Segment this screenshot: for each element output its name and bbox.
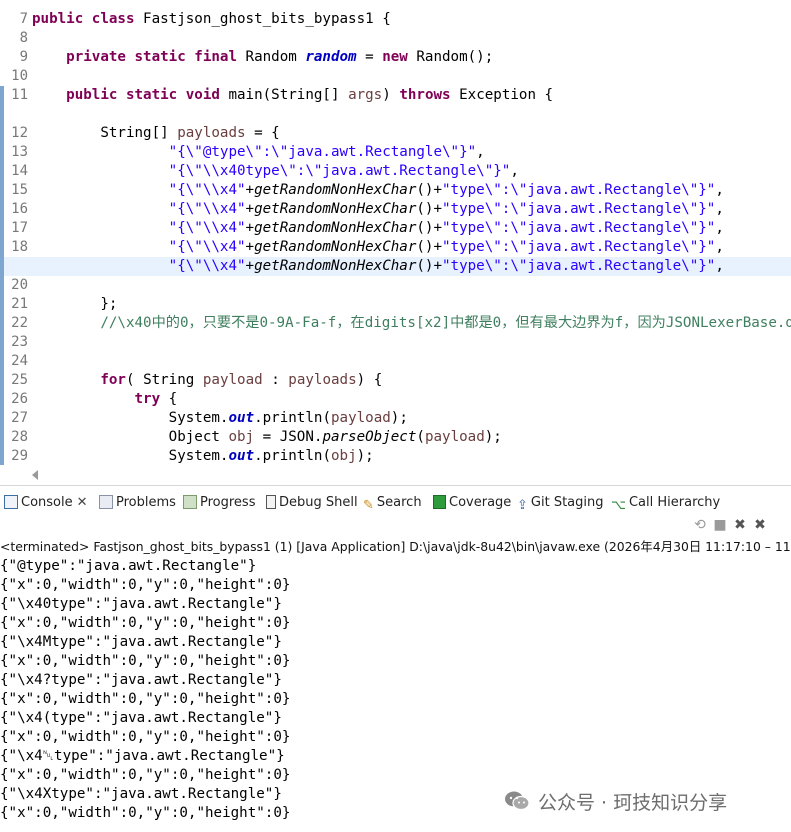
code-line: 20 "{\"\\x4"+getRandomNonHexChar()+"type… — [0, 238, 791, 293]
change-marker — [0, 428, 4, 447]
change-marker — [0, 162, 4, 181]
console-line: {"\x4(type":"java.awt.Rectangle"} — [0, 710, 282, 726]
code-line: 13 — [0, 105, 791, 160]
remove-all-icon[interactable]: ✖ — [750, 517, 770, 533]
scroll-left-arrow-icon[interactable] — [32, 470, 38, 480]
tab-coverage[interactable]: Coverage — [433, 495, 511, 515]
random-field: random — [305, 49, 357, 65]
search-icon: ✎ — [363, 498, 374, 513]
change-marker — [0, 257, 4, 276]
code-line: 10 private static final Random random = … — [0, 48, 791, 84]
code-line: 19 "{\"\\x4"+getRandomNonHexChar()+"type… — [0, 219, 791, 274]
console-line: {"x":0,"width":0,"y":0,"height":0} — [0, 691, 291, 707]
change-marker — [0, 124, 4, 143]
code-editor[interactable]: 7 8 public class Fastjson_ghost_bits_byp… — [0, 0, 791, 465]
console-line: {"\x4␀type":"java.awt.Rectangle"} — [0, 748, 285, 764]
debug-shell-icon — [266, 495, 276, 509]
console-line: {"\x4?type":"java.awt.Rectangle"} — [0, 672, 282, 688]
change-marker — [0, 143, 4, 162]
console-line: {"\x40type":"java.awt.Rectangle"} — [0, 596, 282, 612]
code-line: 16 "{\"\\x40type\":\"java.awt.Rectangle\… — [0, 162, 791, 217]
code-line: 17 "{\"\\x4"+getRandomNonHexChar()+"type… — [0, 181, 791, 236]
code-line: 23 }; — [0, 295, 791, 350]
console-line: {"x":0,"width":0,"y":0,"height":0} — [0, 615, 291, 631]
console-line: {"x":0,"width":0,"y":0,"height":0} — [0, 653, 291, 669]
git-staging-icon: ⇪ — [517, 498, 528, 513]
progress-icon — [183, 495, 197, 509]
pin-console-icon[interactable]: ⟲ — [690, 517, 710, 533]
console-line: {"x":0,"width":0,"y":0,"height":0} — [0, 767, 291, 783]
code-line: 31 System.out.println(obj); — [0, 447, 791, 465]
horizontal-scrollbar[interactable] — [0, 465, 791, 486]
tab-git-staging[interactable]: ⇪ Git Staging — [517, 495, 604, 515]
method-name: main — [228, 87, 263, 103]
class-name: Fastjson_ghost_bits_bypass1 — [143, 11, 374, 27]
change-marker — [0, 105, 4, 124]
tab-console[interactable]: Console ✕ — [4, 495, 88, 515]
tab-search[interactable]: ✎ Search — [363, 495, 422, 515]
console-icon — [4, 495, 18, 509]
tab-call-hierarchy[interactable]: ⌥ Call Hierarchy — [611, 495, 720, 515]
change-marker — [0, 276, 4, 295]
current-code-line: 21 "{\"\\x4"+getRandomNonHexChar()+"type… — [0, 257, 791, 312]
console-line: {"\x4Xtype":"java.awt.Rectangle"} — [0, 786, 282, 802]
watermark: 公众号 · 珂技知识分享 — [504, 786, 727, 816]
console-line: {"@type":"java.awt.Rectangle"} — [0, 558, 257, 574]
change-marker — [0, 371, 4, 390]
console-line: {"x":0,"width":0,"y":0,"height":0} — [0, 805, 291, 821]
code-line: 14 String[] payloads = { — [0, 124, 791, 179]
code-line: 18 "{\"\\x4"+getRandomNonHexChar()+"type… — [0, 200, 791, 255]
console-line: {"x":0,"width":0,"y":0,"height":0} — [0, 577, 291, 593]
change-marker — [0, 352, 4, 371]
code-line: 15 "{\"@type\":\"java.awt.Rectangle\"}", — [0, 143, 791, 198]
change-marker — [0, 409, 4, 428]
code-line: 25 — [0, 333, 791, 388]
wechat-icon — [505, 791, 530, 811]
console-line: {"x":0,"width":0,"y":0,"height":0} — [0, 729, 291, 745]
coverage-icon — [433, 495, 446, 509]
payload-string: "{\"@type\":\"java.awt.Rectangle\"}" — [168, 144, 477, 160]
change-marker — [0, 181, 4, 200]
problems-icon — [99, 495, 113, 509]
change-marker — [0, 447, 4, 465]
change-marker — [0, 86, 4, 105]
change-marker — [0, 219, 4, 238]
code-line: 28 try { — [0, 390, 791, 445]
code-line: 26 — [0, 352, 791, 407]
terminate-icon[interactable]: ■ — [710, 517, 730, 533]
console-tab-bar: Console ✕ Problems Progress Debug Shell ✎… — [0, 492, 791, 516]
console-line: {"\x4Mtype":"java.awt.Rectangle"} — [0, 634, 282, 650]
code-comment: //\x40中的0，只要不是0-9A-Fa-f，在digits[x2]中都是0，… — [100, 315, 791, 331]
code-line: 30 Object obj = JSON.parseObject(payload… — [0, 428, 791, 447]
code-line: 22 — [0, 276, 791, 331]
change-marker — [0, 295, 4, 314]
tab-progress[interactable]: Progress — [183, 495, 255, 515]
change-marker — [0, 314, 4, 333]
remove-launch-icon[interactable]: ✖ — [730, 517, 750, 533]
code-line: 8 public class Fastjson_ghost_bits_bypas… — [0, 10, 791, 46]
code-line: 11 — [0, 67, 791, 103]
code-line: 9 — [0, 29, 791, 65]
change-marker — [0, 390, 4, 409]
code-line: 24 //\x40中的0，只要不是0-9A-Fa-f，在digits[x2]中都… — [0, 314, 791, 369]
call-hierarchy-icon: ⌥ — [611, 498, 626, 513]
code-line: 29 System.out.println(payload); — [0, 409, 791, 464]
close-icon[interactable]: ✕ — [77, 495, 88, 510]
change-marker — [0, 238, 4, 257]
console-process-header: <terminated> Fastjson_ghost_bits_bypass1… — [0, 539, 791, 554]
tab-debug-shell[interactable]: Debug Shell — [266, 495, 358, 515]
change-marker — [0, 200, 4, 219]
code-line: 27 for( String payload : payloads) { — [0, 371, 791, 426]
code-line: 7 — [0, 0, 791, 27]
payload-string: "{\"\\x40type\":\"java.awt.Rectangle\"}" — [168, 163, 511, 179]
watermark-text: 公众号 · 珂技知识分享 — [538, 791, 728, 814]
tab-problems[interactable]: Problems — [99, 495, 176, 515]
change-marker — [0, 333, 4, 352]
code-line: 12 public static void main(String[] args… — [0, 86, 791, 141]
console-toolbar: ⟲ ■ ✖ ✖ — [690, 517, 770, 537]
